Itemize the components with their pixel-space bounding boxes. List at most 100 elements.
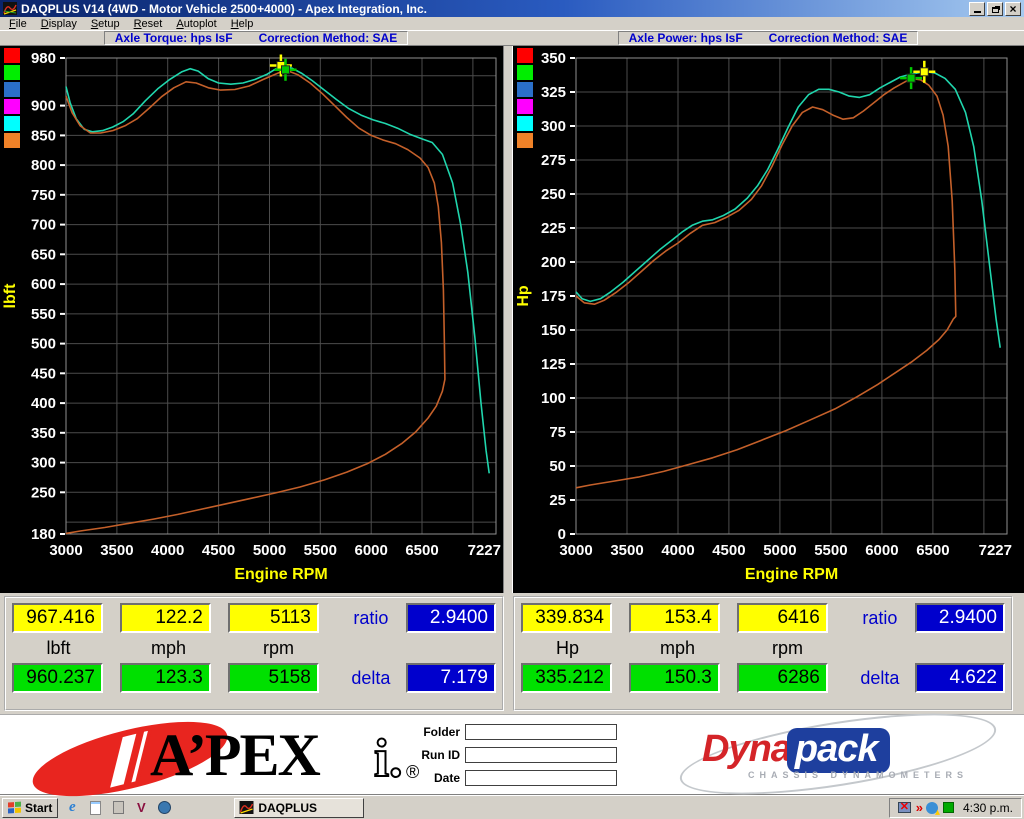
taskbar-button-label: DAQPLUS [258,801,317,815]
svg-text:225: 225 [541,220,566,237]
start-button[interactable]: Start [2,798,58,818]
svg-text:250: 250 [541,186,566,203]
svg-text:100: 100 [541,390,566,407]
svg-text:350: 350 [541,50,566,67]
svg-text:150: 150 [541,322,566,339]
torque-correction-method: Correction Method: SAE [259,31,398,45]
menu-display[interactable]: Display [34,18,84,30]
svg-text:325: 325 [541,84,566,101]
folder-input[interactable] [465,724,617,740]
messenger-icon[interactable] [156,800,172,816]
svg-text:4500: 4500 [712,542,745,559]
svg-text:850: 850 [31,127,56,144]
menu-file[interactable]: File [2,18,34,30]
window-title: DAQPLUS V14 (4WD - Motor Vehicle 2500+40… [21,2,969,16]
Hp-plot-svg[interactable]: 0255075100125150175200225250275300325350… [513,46,1024,593]
svg-text:450: 450 [31,365,56,382]
power-mph-label: mph [631,638,724,659]
menu-help[interactable]: Help [224,18,261,30]
svg-text:6000: 6000 [865,542,898,559]
svg-text:5500: 5500 [814,542,847,559]
menu-setup[interactable]: Setup [84,18,127,30]
power-delta-label: delta [845,668,915,689]
svg-text:6500: 6500 [405,542,438,559]
power-marker-mph: 150.3 [629,663,720,693]
torque-ratio-value: 2.9400 [406,603,496,633]
power-readout-panel: 339.834 153.4 6416 ratio 2.9400 Hp mph r… [513,596,1013,711]
svg-text:900: 900 [31,98,56,115]
power-marker-value: 335.212 [521,663,612,693]
svg-text:50: 50 [549,458,566,475]
svg-text:275: 275 [541,152,566,169]
windows-flag-icon [8,801,22,814]
close-button[interactable]: × [1005,2,1021,16]
svg-text:4000: 4000 [151,542,184,559]
taskbar: Start e V DAQPLUS » 4:30 p.m. [0,795,1024,819]
run-id-input[interactable] [465,747,617,763]
svg-text:600: 600 [31,276,56,293]
restore-button[interactable] [987,2,1003,16]
svg-text:300: 300 [31,455,56,472]
apex-wordmark: A’PEX [150,720,319,790]
svg-text:4500: 4500 [202,542,235,559]
svg-text:980: 980 [31,50,56,67]
dynapack-wordmark-blue: pack [795,728,878,770]
torque-rpm-label: rpm [232,638,325,659]
quick-launch-bar: e V [64,800,172,816]
apex-logo: A’PEX i. ® [22,720,452,790]
status-square-icon[interactable] [943,802,954,813]
svg-text:4000: 4000 [661,542,694,559]
power-ratio-label: ratio [845,608,915,629]
date-input[interactable] [465,770,617,786]
svg-text:550: 550 [31,306,56,323]
torque-unit-label: lbft [12,638,105,659]
svg-text:700: 700 [31,217,56,234]
torque-mph-label: mph [122,638,215,659]
svg-text:175: 175 [541,288,566,305]
minimize-button[interactable] [969,2,985,16]
torque-marker-mph: 123.3 [120,663,211,693]
v-app-icon[interactable]: V [133,800,149,816]
svg-text:3000: 3000 [559,542,592,559]
menu-reset[interactable]: Reset [127,18,170,30]
minimize-icon [974,4,981,13]
taskbar-button-daqplus[interactable]: DAQPLUS [234,798,364,818]
svg-text:500: 500 [31,336,56,353]
power-cursor-value: 339.834 [521,603,612,633]
power-cursor-rpm: 6416 [737,603,828,633]
apex-i-mark: i. [374,726,403,790]
torque-cursor-rpm: 5113 [228,603,319,633]
dynapack-blob: pack [787,728,890,773]
power-ratio-value: 2.9400 [915,603,1005,633]
restore-icon [992,7,999,13]
power-correction-method: Correction Method: SAE [769,31,908,45]
fast-arrows-icon[interactable]: » [916,800,921,815]
menu-autoplot[interactable]: Autoplot [169,18,223,30]
svg-text:75: 75 [549,424,566,441]
svg-text:200: 200 [541,254,566,271]
torque-marker-value: 960.237 [12,663,103,693]
dynapack-subtitle: CHASSIS DYNAMOMETERS [748,770,968,780]
charts-area: 1802503003504004505005506006507007508008… [0,46,1024,593]
chart-divider [503,46,513,593]
lbft-plot-svg[interactable]: 1802503003504004505005506006507007508008… [0,46,503,593]
update-warning-icon[interactable] [926,802,938,814]
power-chart[interactable]: 0255075100125150175200225250275300325350… [513,46,1024,593]
svg-text:650: 650 [31,246,56,263]
document-icon[interactable] [110,800,126,816]
svg-text:750: 750 [31,187,56,204]
internet-explorer-icon[interactable]: e [64,800,80,816]
torque-chart-title: Axle Torque: hps IsF [115,31,233,45]
svg-text:250: 250 [31,484,56,501]
network-disconnected-icon[interactable] [898,802,911,813]
svg-text:Engine RPM: Engine RPM [745,566,838,583]
svg-text:6000: 6000 [355,542,388,559]
torque-chart[interactable]: 1802503003504004505005506006507007508008… [0,46,503,593]
svg-text:0: 0 [558,526,566,543]
svg-text:300: 300 [541,118,566,135]
power-delta-value: 4.622 [915,663,1005,693]
power-rpm-label: rpm [741,638,834,659]
dynapack-logo: Dynapack CHASSIS DYNAMOMETERS [688,726,988,786]
compose-page-icon[interactable] [87,800,103,816]
chart-header-strip: Axle Torque: hps IsF Correction Method: … [0,30,1024,46]
